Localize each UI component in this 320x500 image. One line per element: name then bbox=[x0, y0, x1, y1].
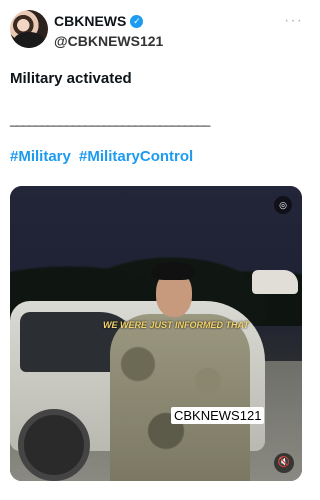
verified-check-icon: ✓ bbox=[130, 14, 144, 28]
tweet-header: CBKNEWS ✓ @CBKNEWS121 ··· bbox=[10, 10, 303, 50]
hashtag-militarycontrol[interactable]: #MilitaryControl bbox=[79, 148, 193, 165]
gif-badge-icon[interactable]: ◎ bbox=[274, 196, 292, 214]
video-soldier-beret bbox=[151, 262, 195, 280]
video-media[interactable]: WE WERE JUST INFORMED THAT CBKNEWS121 ◎ … bbox=[10, 186, 302, 481]
video-soldier-body bbox=[110, 314, 250, 481]
post-title: Military activated bbox=[10, 70, 132, 87]
hashtag-military[interactable]: #Military bbox=[10, 148, 71, 165]
video-car-wheel bbox=[18, 409, 90, 481]
hashtags: #Military #MilitaryControl bbox=[10, 148, 197, 165]
avatar[interactable] bbox=[10, 10, 48, 48]
video-watermark: CBKNEWS121 bbox=[171, 407, 265, 424]
post-divider-line: ________________________________ bbox=[10, 112, 210, 127]
user-handle[interactable]: @CBKNEWS121 bbox=[54, 33, 163, 49]
display-name[interactable]: CBKNEWS ✓ bbox=[54, 13, 144, 29]
more-horizontal-icon[interactable]: ··· bbox=[284, 12, 303, 30]
display-name-text[interactable]: CBKNEWS bbox=[54, 13, 126, 29]
video-subtitle: WE WERE JUST INFORMED THAT bbox=[103, 320, 249, 330]
volume-mute-icon[interactable]: 🔇 bbox=[274, 453, 294, 473]
author-names: CBKNEWS ✓ @CBKNEWS121 bbox=[54, 13, 163, 49]
video-far-car bbox=[252, 270, 298, 294]
